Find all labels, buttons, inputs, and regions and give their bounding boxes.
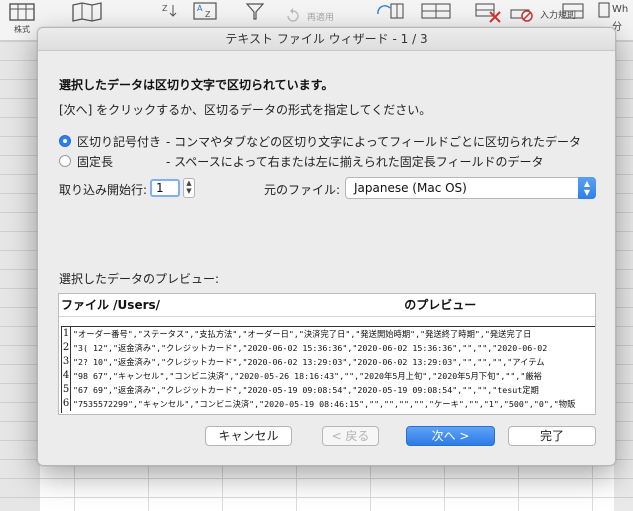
row-number: 4 (62, 369, 71, 383)
file-origin-value: Japanese (Mac OS) (354, 181, 467, 195)
back-button[interactable]: < 戻る (322, 426, 379, 446)
row-number: 2 (62, 341, 71, 355)
sort-icon: Z (162, 4, 177, 17)
start-row-input[interactable]: 1 (150, 179, 180, 197)
instruction-text: [次へ] をクリックするか、区切るデータの形式を指定してください。 (59, 103, 432, 117)
delimited-option-description: - コンマやタブなどの区切り文字によってフィールドごとに区切られたデータ (166, 135, 581, 149)
row-number: 5 (62, 383, 71, 397)
spreadsheet-left-column (0, 41, 40, 511)
row-text: "2? 10","返金済み","クレジットカード","2020-06-02 13… (73, 357, 545, 367)
row-text: "67 69","返金済み","クレジットカード","2020-05-19 09… (73, 385, 539, 395)
svg-text:Z: Z (205, 10, 211, 19)
table-icon (9, 3, 35, 21)
data-validation-icon (510, 9, 533, 22)
row-text: "オーダー番号","ステータス","支払方法","オーダー日","決済完了日",… (73, 329, 532, 339)
text-to-columns-icon (377, 3, 404, 19)
delimited-radio[interactable] (59, 135, 71, 147)
ribbon-stocks[interactable]: 株式 (8, 0, 38, 40)
map-icon (72, 2, 102, 22)
ribbon-reapply-label: 再適用 (307, 13, 335, 23)
cancel-button[interactable]: キャンセル (205, 426, 292, 446)
fixed-width-radio[interactable] (59, 155, 71, 167)
table-row: 2 "3( 12","返金済み","クレジットカード","2020-06-02 … (62, 341, 595, 355)
row-text: "3( 12","返金済み","クレジットカード","2020-06-02 15… (73, 343, 548, 353)
row-text: "98 67","キャンセル","コンビニ決済","2020-05-26 18:… (73, 371, 542, 381)
preview-title-prefix: ファイル /Users/ (61, 298, 161, 312)
fixed-width-option-label[interactable]: 固定長 (77, 153, 113, 170)
table-row: 5 "67 69","返金済み","クレジットカード","2020-05-19 … (62, 383, 595, 397)
delimited-option-label[interactable]: 区切り記号付き (77, 133, 161, 150)
row-number: 1 (62, 327, 71, 341)
finish-button[interactable]: 完了 (508, 426, 596, 446)
spreadsheet-right-column (614, 41, 633, 511)
file-origin-select[interactable]: Japanese (Mac OS) ▲ ▼ (345, 177, 596, 199)
file-origin-label: 元のファイル: (264, 183, 341, 197)
svg-text:A: A (197, 4, 203, 13)
filter-icon (245, 3, 265, 20)
next-button[interactable]: 次へ > (406, 426, 495, 446)
redacted-path (160, 299, 401, 312)
preview-data-table: 1 "オーダー番号","ステータス","支払方法","オーダー日","決済完了日… (61, 326, 595, 413)
ribbon-stocks-label: 株式 (14, 25, 30, 34)
preview-title: ファイル /Users/ のプレビュー (59, 294, 595, 317)
chevron-up-icon[interactable]: ▲ (184, 179, 194, 187)
ribbon-whatif-label: Wh (612, 4, 629, 15)
consolidate-icon (562, 3, 584, 19)
text-import-wizard-dialog: テキスト ファイル ウィザード - 1 / 3 選択したデータは区切り文字で区切… (37, 27, 616, 466)
svg-text:Z: Z (162, 4, 168, 13)
chevron-updown-icon[interactable]: ▲ ▼ (578, 177, 596, 199)
table-row: 1 "オーダー番号","ステータス","支払方法","オーダー日","決済完了日… (62, 327, 595, 341)
flash-fill-icon (421, 3, 451, 19)
data-preview-panel[interactable]: ファイル /Users/ のプレビュー 1 "オーダー番号","ステータス","… (58, 293, 596, 415)
sort-az-icon: A Z (193, 2, 217, 20)
dialog-title: テキスト ファイル ウィザード - 1 / 3 (38, 28, 615, 51)
table-row: 3 "2? 10","返金済み","クレジットカード","2020-06-02 … (62, 355, 595, 369)
delimited-heading: 選択したデータは区切り文字で区切られています。 (59, 78, 334, 92)
table-row: 4 "98 67","キャンセル","コンビニ決済","2020-05-26 1… (62, 369, 595, 383)
preview-title-suffix: のプレビュー (404, 298, 477, 312)
row-number: 3 (62, 355, 71, 369)
what-if-icon (598, 2, 610, 18)
row-text: "7535572299","キャンセル","コンビニ決済","2020-05-1… (73, 399, 576, 409)
start-row-stepper[interactable]: ▲ ▼ (183, 178, 195, 198)
remove-duplicates-icon (475, 3, 501, 23)
reapply-icon (287, 8, 299, 22)
fixed-width-option-description: - スペースによって右または左に揃えられた固定長フィールドのデータ (166, 155, 544, 169)
preview-label: 選択したデータのプレビュー: (59, 272, 220, 286)
chevron-down-icon[interactable]: ▼ (184, 187, 194, 195)
table-row: 6 "7535572299","キャンセル","コンビニ決済","2020-05… (62, 397, 595, 411)
start-row-label: 取り込み開始行: (59, 183, 148, 197)
row-number: 6 (62, 397, 71, 411)
